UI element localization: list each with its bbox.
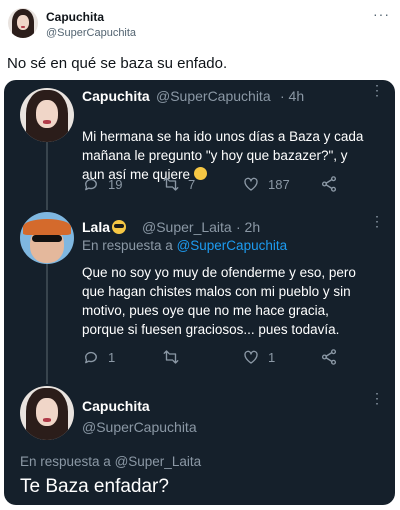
avatar[interactable] <box>20 212 74 264</box>
retweet-button[interactable] <box>162 347 188 367</box>
embedded-thread-screenshot: Capuchita @SuperCapuchita · 4h ⋮ Mi herm… <box>4 80 395 505</box>
heart-icon <box>244 350 258 364</box>
timestamp[interactable]: · 4h <box>280 88 304 104</box>
display-name[interactable]: Capuchita <box>82 88 150 104</box>
tweet-text: Que no soy yo muy de ofenderme y eso, pe… <box>82 265 356 337</box>
retweet-icon <box>163 177 179 191</box>
like-count: 1 <box>268 349 276 365</box>
like-button[interactable]: 1 <box>242 347 275 367</box>
share-button[interactable] <box>320 347 338 367</box>
handle[interactable]: @SuperCapuchita <box>82 419 197 435</box>
outer-handle[interactable]: @SuperCapuchita <box>46 27 136 39</box>
display-name[interactable]: Lala <box>82 219 127 235</box>
tweet-actions: 19 7 187 <box>82 174 352 194</box>
more-options-icon[interactable]: ⋮ <box>370 82 385 99</box>
display-name[interactable]: Capuchita <box>82 398 150 414</box>
like-button[interactable]: 187 <box>242 174 290 194</box>
heart-icon <box>244 177 258 191</box>
outer-tweet-text: No sé en qué se baza su enfado. <box>7 55 228 72</box>
timestamp[interactable]: · 2h <box>236 219 260 235</box>
outer-avatar[interactable] <box>8 8 38 38</box>
retweet-count: 7 <box>188 176 196 192</box>
reply-mention-link[interactable]: @SuperCapuchita <box>177 238 288 253</box>
thread-tweet: Capuchita @SuperCapuchita · 4h ⋮ Mi herm… <box>4 80 395 200</box>
reply-icon <box>85 351 97 364</box>
like-count: 187 <box>268 176 290 192</box>
reply-context: En respuesta a @SuperCapuchita <box>82 238 288 253</box>
reply-context: En respuesta a @Super_Laita <box>20 454 202 469</box>
reply-count: 19 <box>108 176 123 192</box>
share-icon <box>321 349 337 365</box>
avatar[interactable] <box>20 88 74 142</box>
handle[interactable]: @SuperCapuchita <box>156 88 271 104</box>
outer-display-name[interactable]: Capuchita <box>46 10 104 24</box>
reply-mention-link[interactable]: @Super_Laita <box>115 454 202 469</box>
more-options-icon[interactable]: ⋮ <box>370 213 385 230</box>
more-options-icon[interactable]: ··· <box>373 6 390 22</box>
handle[interactable]: @Super_Laita <box>142 219 232 235</box>
retweet-button[interactable]: 7 <box>162 174 195 194</box>
outer-tweet-header: Capuchita @SuperCapuchita ··· <box>0 0 400 50</box>
reply-button[interactable]: 1 <box>82 347 115 367</box>
tweet-text: Te Baza enfadar? <box>20 476 169 497</box>
thread-tweet: Lala @Super_Laita · 2h ⋮ En respuesta a … <box>4 210 395 370</box>
retweet-icon <box>163 350 179 364</box>
sunglasses-face-emoji <box>112 220 127 234</box>
avatar[interactable] <box>20 386 74 440</box>
tweet-actions: 1 1 <box>82 347 352 367</box>
share-icon <box>321 176 337 192</box>
reply-button[interactable]: 19 <box>82 174 122 194</box>
reply-count: 1 <box>108 349 116 365</box>
share-button[interactable] <box>320 174 338 194</box>
tweet-text: Mi hermana se ha ido unos días a Baza y … <box>82 129 364 182</box>
more-options-icon[interactable]: ⋮ <box>370 390 385 407</box>
reply-icon <box>85 178 97 191</box>
